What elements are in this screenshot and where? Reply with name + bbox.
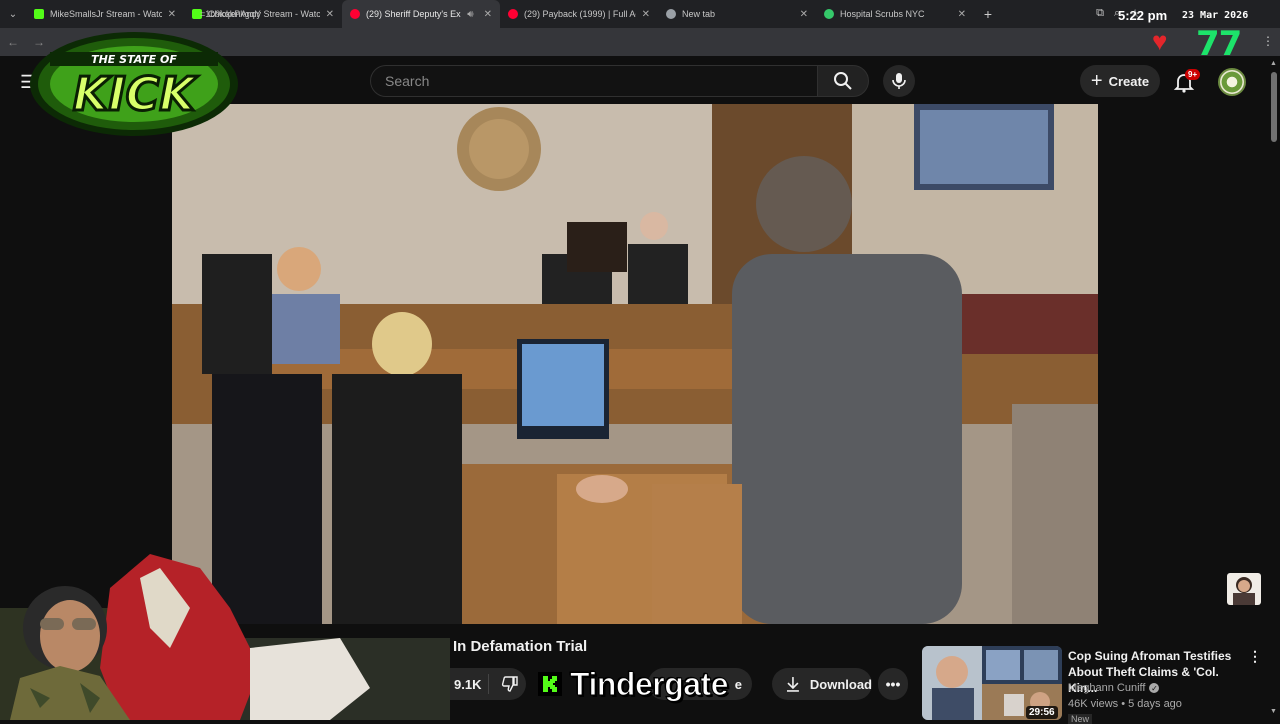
voice-search-button[interactable] [883,65,915,97]
close-tab-icon[interactable]: ✕ [326,9,334,20]
download-label: Download [809,676,872,692]
browser-tab-6[interactable]: Hospital Scrubs NYC ✕ [816,0,974,28]
dislike-button[interactable] [488,674,519,694]
verified-check-icon: ✓ [1149,683,1160,693]
plus-icon: + [1090,70,1103,92]
address-bar-actions: ⧉ ⌕ ☆ [1096,7,1140,20]
microphone-icon [892,73,906,89]
download-button[interactable]: Download [772,668,872,700]
recommended-video-item[interactable]: 29:56 Cop Suing Afroman Testifies About … [922,646,1270,724]
tindergate-sticker-overlay: Tindergate [538,666,730,702]
streamer-webcam-overlay [0,554,450,720]
close-tab-icon[interactable]: ✕ [168,9,176,20]
close-tab-icon[interactable]: ✕ [958,9,966,20]
zoom-icon[interactable]: ⌕ [1114,7,1120,20]
search-input[interactable]: Search [370,65,818,97]
tab-title: New tab [682,9,716,19]
overlay-date: 23 Mar 2026 [1182,10,1249,21]
browser-tab-3-active[interactable]: (29) Sheriff Deputy's Ex-Wif 🔊︎ ✕ [342,0,500,28]
more-horizontal-icon: ••• [885,676,901,692]
notification-badge: 9+ [1185,69,1201,80]
url-text[interactable]: =1b9kqkPkgqY [200,9,261,19]
browser-tab-4[interactable]: (29) Payback (1999) | Full Action ✕ [500,0,658,28]
install-app-icon[interactable]: ⧉ [1096,7,1104,20]
download-icon [786,677,799,692]
scroll-up-icon[interactable]: ▲ [1270,60,1277,67]
account-avatar[interactable] [1218,68,1246,96]
state-of-kick-logo: THE STATE OF KICK [30,32,238,136]
browser-tab-5[interactable]: New tab ✕ [658,0,816,28]
create-label: Create [1108,73,1150,89]
youtube-favicon-icon [350,9,360,19]
search-placeholder: Search [385,73,430,89]
small-face-image [1233,577,1255,605]
bookmark-star-icon[interactable]: ☆ [1130,7,1140,20]
close-tab-icon[interactable]: ✕ [642,9,650,20]
more-actions-button[interactable]: ••• [878,668,908,700]
video-player[interactable] [172,104,1098,624]
youtube-favicon-icon [508,9,518,19]
close-tab-icon[interactable]: ✕ [484,9,492,20]
search-button[interactable] [817,65,869,97]
new-tab-button[interactable]: + [974,6,1002,22]
logo-line-2: KICK [73,67,199,121]
recommended-channel[interactable]: Meghann Cuniff ✓ [1068,682,1160,694]
thumbs-down-icon [501,676,518,692]
page-scrollbar[interactable] [1271,72,1277,142]
heart-icon: ♥ [1152,26,1168,56]
browser-menu-icon[interactable]: ⋮ [1262,34,1274,48]
tab-title: Hospital Scrubs NYC [840,9,925,19]
audio-playing-icon[interactable]: 🔊︎ [467,9,473,20]
mini-player-thumbnail[interactable] [1227,573,1261,605]
tindergate-text: Tindergate [570,666,730,702]
video-duration: 29:56 [1026,706,1058,719]
kick-k-icon [538,672,562,696]
play-favicon-icon [824,9,834,19]
close-tab-icon[interactable]: ✕ [800,9,808,20]
new-badge: New [1068,714,1093,724]
courtroom-video-frame [172,104,1098,624]
channel-name: Meghann Cuniff [1068,682,1146,694]
recommended-thumbnail[interactable]: 29:56 [922,646,1062,720]
scroll-down-icon[interactable]: ▼ [1270,708,1277,715]
logo-line-1: THE STATE OF [91,53,177,66]
kick-favicon-icon [34,9,44,19]
tab-title: (29) Sheriff Deputy's Ex-Wif [366,9,461,19]
tab-search-chevron-icon[interactable]: ⌄ [0,0,26,28]
create-button[interactable]: + Create [1080,65,1160,97]
search-icon [834,72,852,90]
chrome-favicon-icon [666,9,676,19]
recommended-more-icon[interactable]: ⋮ [1248,648,1262,665]
like-count: 9.1K [454,676,482,692]
tab-title: MikeSmallsJr Stream - Watch Li [50,9,162,19]
recommended-meta: 46K views • 5 days ago [1068,698,1182,710]
tab-title: (29) Payback (1999) | Full Action [524,9,636,19]
back-arrow-icon[interactable]: ← [0,35,26,49]
share-label: e [734,676,742,692]
